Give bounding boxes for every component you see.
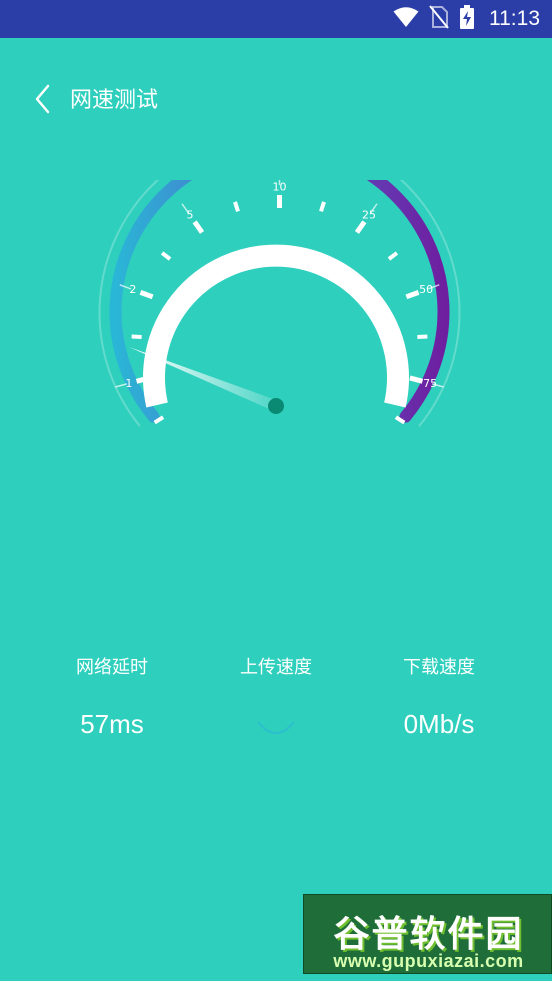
gauge-inner-arc [143,244,409,408]
gauge-scale-label: 25 [362,209,376,222]
status-icons: 11:13 [393,0,540,38]
status-time: 11:13 [489,7,540,30]
gauge-tick [139,290,154,300]
latency-stat: 网络延时 57ms [27,650,197,740]
page-title: 网速测试 [70,88,159,113]
gauge-tick [405,290,420,300]
watermark-brand: 谷普软件园 [333,914,524,955]
no-sim-icon [429,5,449,33]
download-value: 0Mb/s [403,709,475,739]
gauge-tick [192,220,205,234]
gauge-scale-label: 10 [273,181,287,194]
gauge-minor-tick [319,201,326,212]
gauge-scale-label: 2 [129,283,136,296]
wifi-icon [393,6,419,32]
gauge-scale-label: 75 [423,377,437,390]
gauge-tick [354,220,367,234]
speed-gauge: 012510255075100 [98,180,461,427]
download-label: 下载速度 [403,657,475,678]
latency-label: 网络延时 [76,657,148,678]
watermark-url: www.gupuxiazai.com [333,951,524,971]
header: 网速测试 [0,38,552,148]
loading-spinner-icon [257,721,295,734]
download-stat: 下载速度 0Mb/s [354,650,524,740]
gauge-minor-tick [387,251,399,261]
gauge-minor-tick [160,251,172,261]
gauge-scale-label: 5 [187,209,194,222]
gauge-tick [409,375,424,384]
gauge-needle-hub [268,398,284,414]
status-bar: 11:13 [0,0,552,38]
upload-label: 上传速度 [240,657,312,678]
latency-value: 57ms [80,709,144,739]
chevron-left-icon [35,84,50,114]
gauge-minor-tick [233,201,240,212]
upload-stat: 上传速度 [191,650,361,744]
battery-charging-icon [459,5,475,33]
watermark-logo: 谷普软件园 www.gupuxiazai.com [303,894,552,974]
stats-panel: 网络延时 57ms 上传速度 下载速度 0Mb/s [0,650,552,750]
gauge-scale-label: 1 [125,377,132,390]
gauge-scale-label: 50 [419,283,433,296]
back-button[interactable] [26,82,60,116]
